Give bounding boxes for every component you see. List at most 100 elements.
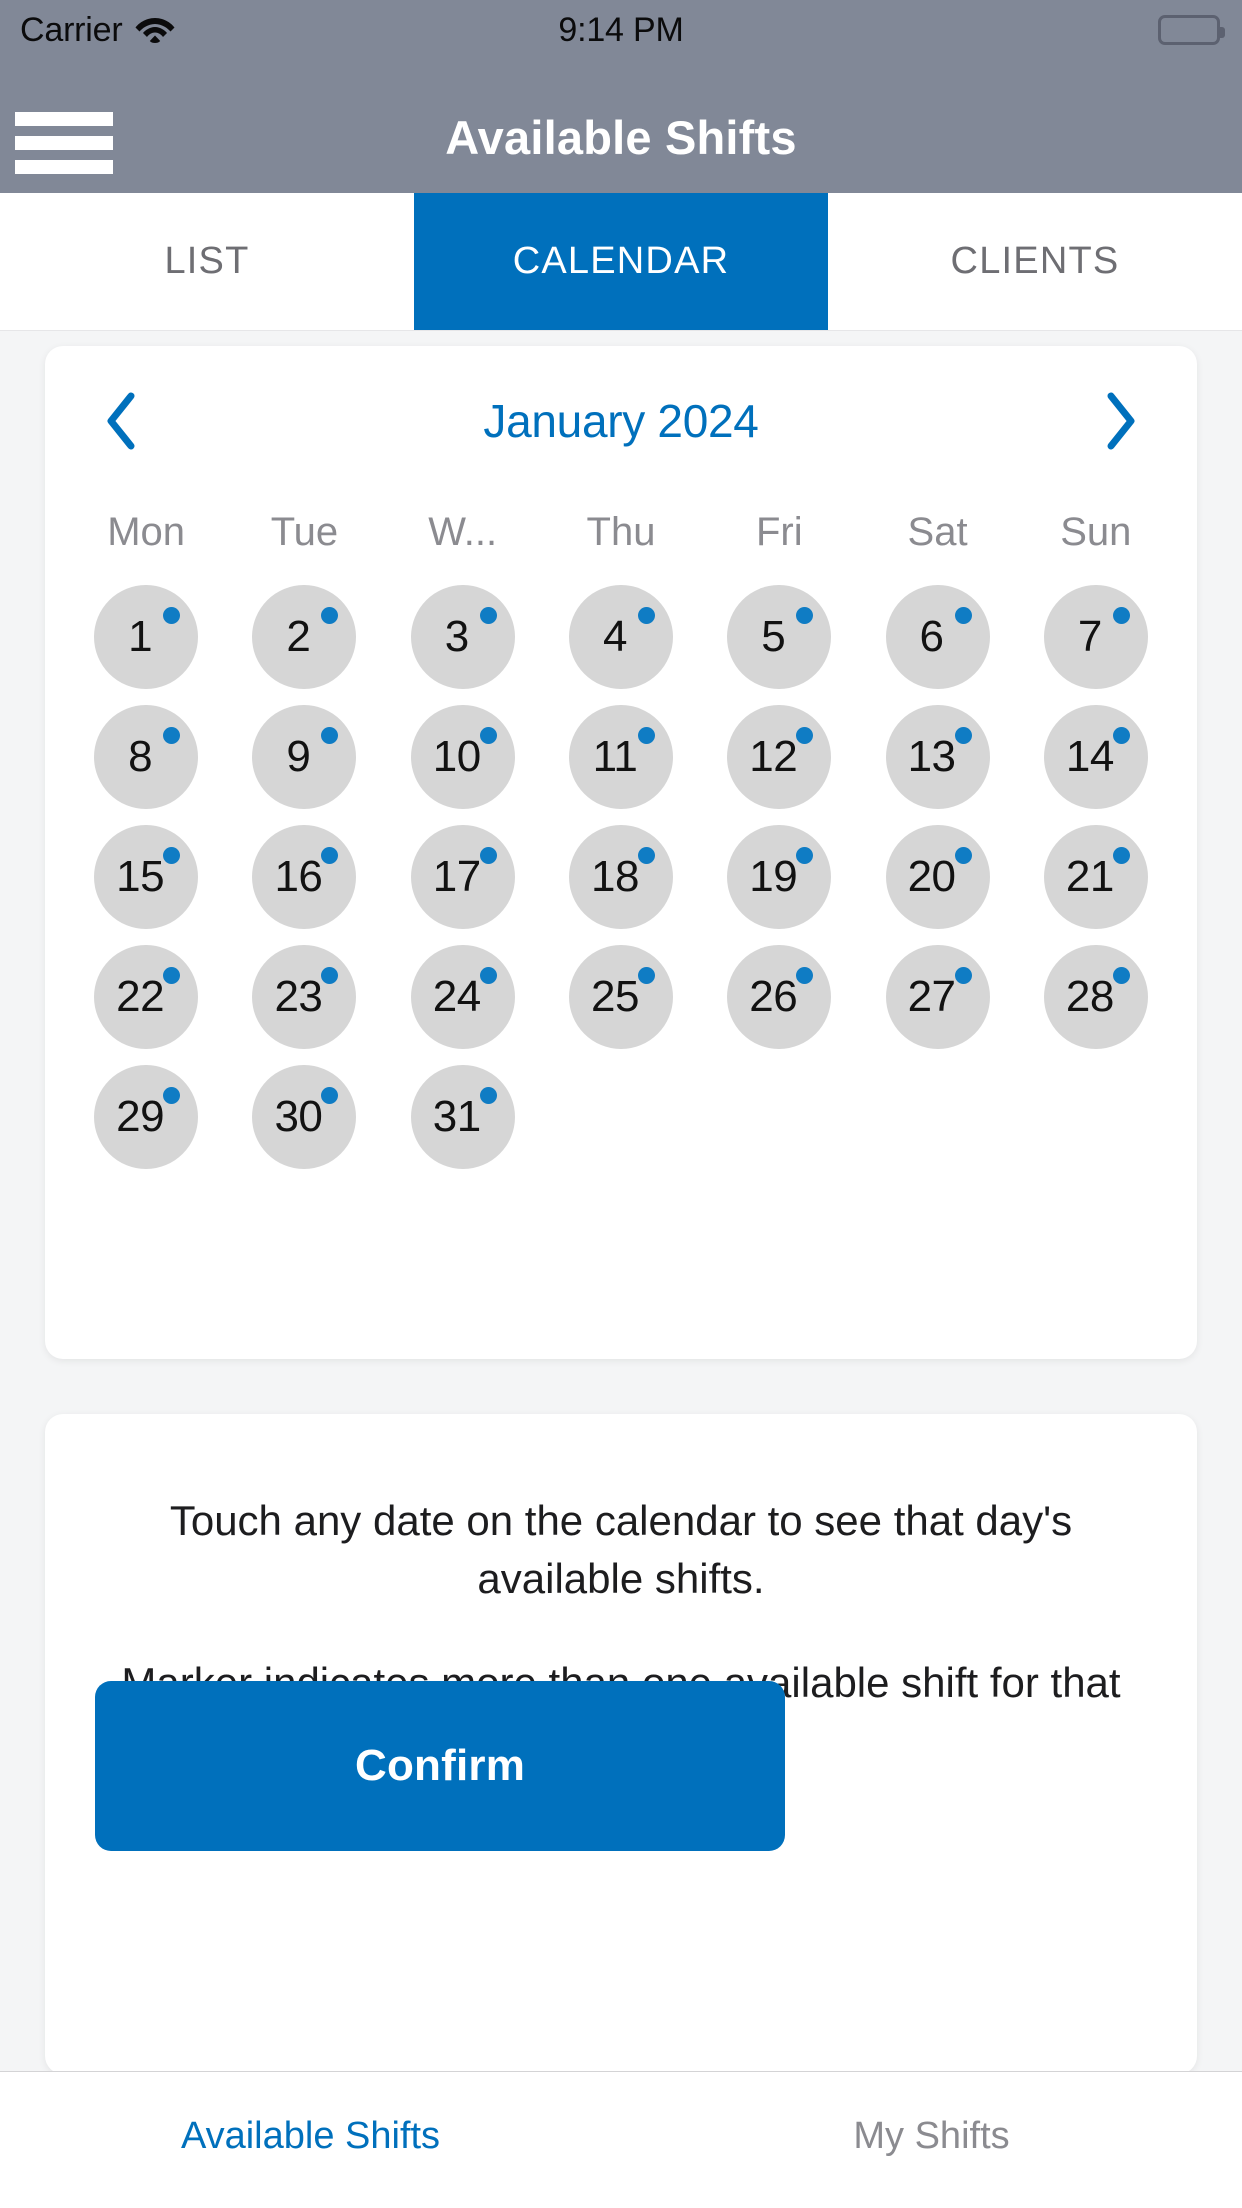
calendar-day-number: 20 (907, 852, 956, 901)
calendar-day-number: 2 (286, 612, 311, 661)
weekday-label-sun: Sun (1060, 510, 1132, 554)
calendar-day-number: 30 (274, 1092, 323, 1141)
calendar-day-number: 11 (592, 732, 638, 781)
calendar-day-number: 3 (444, 612, 469, 661)
calendar-day-cell: 6 (858, 585, 1016, 689)
multiple-shifts-marker-icon (321, 607, 339, 624)
calendar-day-4[interactable]: 4 (568, 585, 673, 689)
calendar-day-number: 17 (432, 852, 481, 901)
calendar-week-row: 29 30 31 (67, 1065, 1175, 1169)
calendar-day-cell: 10 (384, 705, 542, 809)
calendar-day-cell: 31 (384, 1065, 542, 1169)
calendar-day-12[interactable]: 12 (727, 705, 832, 809)
calendar-day-cell (542, 1065, 700, 1169)
calendar-day-9[interactable]: 9 (252, 705, 357, 809)
calendar-day-20[interactable]: 20 (885, 825, 990, 929)
calendar-day-21[interactable]: 21 (1043, 825, 1148, 929)
calendar-day-24[interactable]: 24 (410, 945, 515, 1049)
calendar-day-cell: 5 (700, 585, 858, 689)
calendar-day-cell: 30 (225, 1065, 383, 1169)
calendar-day-13[interactable]: 13 (885, 705, 990, 809)
tab-list[interactable]: LIST (0, 193, 414, 330)
calendar-day-19[interactable]: 19 (727, 825, 832, 929)
calendar-day-cell: 15 (67, 825, 225, 929)
calendar-day-8[interactable]: 8 (94, 705, 199, 809)
calendar-day-16[interactable]: 16 (252, 825, 357, 929)
calendar-day-10[interactable]: 10 (410, 705, 515, 809)
calendar-day-cell: 23 (225, 945, 383, 1049)
calendar-day-empty (886, 1065, 990, 1169)
calendar-day-7[interactable]: 7 (1043, 585, 1148, 689)
calendar-day-number: 24 (432, 972, 481, 1021)
calendar-day-28[interactable]: 28 (1043, 945, 1148, 1049)
calendar-day-30[interactable]: 30 (252, 1065, 357, 1169)
multiple-shifts-marker-icon (1112, 967, 1130, 984)
calendar-day-number: 23 (274, 972, 323, 1021)
calendar-day-6[interactable]: 6 (885, 585, 990, 689)
multiple-shifts-marker-icon (321, 727, 339, 744)
multiple-shifts-marker-icon (796, 727, 814, 744)
chevron-right-icon[interactable] (1075, 376, 1165, 466)
calendar-day-number: 28 (1065, 972, 1114, 1021)
calendar-week-row: 8 9 10 11 12 13 14 (67, 705, 1175, 809)
calendar-day-31[interactable]: 31 (410, 1065, 515, 1169)
calendar-day-cell: 21 (1017, 825, 1175, 929)
calendar-day-5[interactable]: 5 (727, 585, 832, 689)
calendar-day-22[interactable]: 22 (94, 945, 199, 1049)
calendar-day-27[interactable]: 27 (885, 945, 990, 1049)
calendar-day-cell: 22 (67, 945, 225, 1049)
calendar-day-2[interactable]: 2 (252, 585, 357, 689)
content-scroll-area[interactable]: January 2024 Mon Tue W... Thu Fri Sat Su… (0, 331, 1242, 2071)
calendar-day-cell: 20 (858, 825, 1016, 929)
calendar-day-number: 18 (591, 852, 639, 901)
confirm-button[interactable]: Confirm (95, 1681, 785, 1851)
multiple-shifts-marker-icon (637, 727, 655, 744)
bottom-nav-item-available-shifts[interactable]: Available Shifts (0, 2072, 621, 2208)
calendar-day-18[interactable]: 18 (568, 825, 673, 929)
calendar-day-cell: 24 (384, 945, 542, 1049)
bottom-nav-item-my-shifts[interactable]: My Shifts (621, 2072, 1242, 2208)
multiple-shifts-marker-icon (321, 847, 339, 864)
calendar-day-cell: 9 (225, 705, 383, 809)
calendar-day-number: 7 (1077, 612, 1102, 661)
calendar-day-empty (727, 1065, 831, 1169)
calendar-day-cell: 8 (67, 705, 225, 809)
calendar-day-26[interactable]: 26 (727, 945, 832, 1049)
weekday-label-fri: Fri (755, 510, 803, 554)
multiple-shifts-marker-icon (796, 847, 814, 864)
calendar-day-17[interactable]: 17 (410, 825, 515, 929)
calendar-day-14[interactable]: 14 (1043, 705, 1148, 809)
tab-calendar[interactable]: CALENDAR (414, 193, 828, 330)
chevron-left-icon[interactable] (77, 376, 167, 466)
calendar-day-15[interactable]: 15 (94, 825, 199, 929)
calendar-day-23[interactable]: 23 (252, 945, 357, 1049)
weekday-label-thu: Thu (586, 510, 656, 554)
tab-clients[interactable]: CLIENTS (828, 193, 1242, 330)
calendar-day-number: 4 (602, 612, 627, 661)
multiple-shifts-marker-icon (796, 607, 814, 624)
calendar-day-cell: 18 (542, 825, 700, 929)
calendar-day-number: 10 (432, 732, 481, 781)
multiple-shifts-marker-icon (479, 847, 497, 864)
weekday-label-sat: Sat (907, 510, 968, 554)
calendar-day-cell: 19 (700, 825, 858, 929)
calendar-day-number: 15 (116, 852, 165, 901)
status-bar-right (1158, 15, 1225, 45)
multiple-shifts-marker-icon (163, 1087, 181, 1104)
multiple-shifts-marker-icon (637, 967, 655, 984)
calendar-day-number: 12 (749, 732, 798, 781)
calendar-day-29[interactable]: 29 (94, 1065, 199, 1169)
calendar-day-number: 26 (749, 972, 798, 1021)
multiple-shifts-marker-icon (796, 967, 814, 984)
calendar-week-row: 1 2 3 4 5 6 7 (67, 585, 1175, 689)
calendar-day-11[interactable]: 11 (568, 705, 673, 809)
calendar-day-cell (858, 1065, 1016, 1169)
calendar-day-cell: 27 (858, 945, 1016, 1049)
weekday-label-wed: W... (428, 510, 498, 554)
multiple-shifts-marker-icon (163, 727, 181, 744)
calendar-day-3[interactable]: 3 (410, 585, 515, 689)
calendar-day-1[interactable]: 1 (94, 585, 199, 689)
calendar-weeks: 1 2 3 4 5 6 7 8 9 10 11 12 13 14 15 16 17 18 19 20 21 22 23 24 2… (45, 585, 1197, 1169)
calendar-day-25[interactable]: 25 (568, 945, 673, 1049)
battery-full-icon (1158, 15, 1225, 45)
